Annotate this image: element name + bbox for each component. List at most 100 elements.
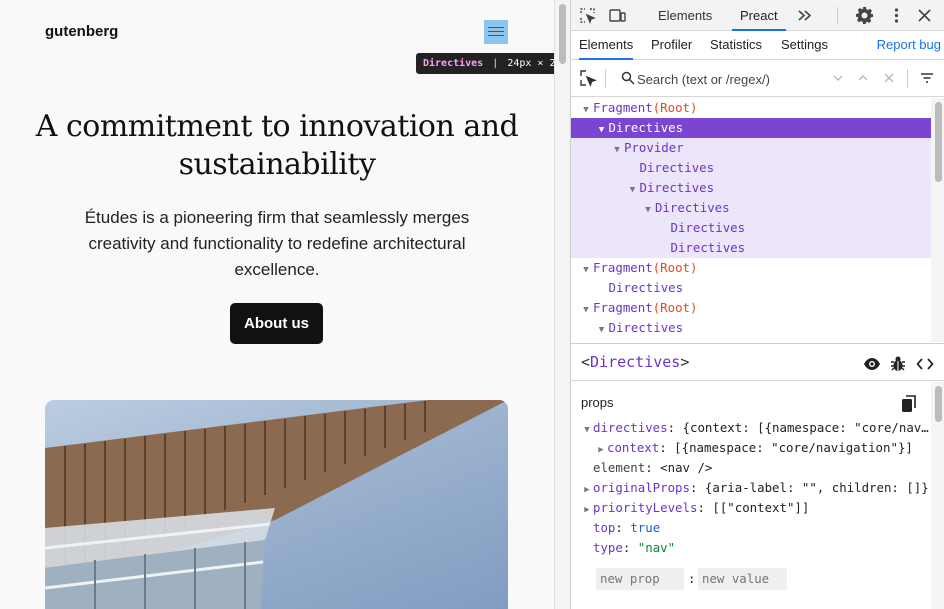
tree-node[interactable]: ▼ Fragment(Root)	[571, 258, 931, 278]
prop-value: {aria-label: "", children: []}	[697, 480, 929, 495]
tree-root-marker: (Root)	[652, 260, 698, 275]
tooltip-component-name: Directives	[423, 58, 484, 69]
prop-row[interactable]: ▶ priorityLevels: [["context"]]	[571, 498, 931, 518]
tree-node[interactable]: ▼ Fragment(Root)	[571, 298, 931, 318]
prop-row[interactable]: type: "nav"	[571, 538, 931, 558]
building-illustration	[45, 400, 508, 609]
search-input[interactable]	[637, 68, 827, 90]
tree-scrollbar[interactable]	[931, 98, 944, 342]
component-label: Directives	[590, 353, 681, 371]
expand-caret-icon[interactable]: ▼	[581, 420, 593, 438]
about-us-button[interactable]: About us	[230, 303, 323, 344]
prop-key: context	[607, 440, 660, 455]
website-preview: gutenberg Directives | 24px × 24 A commi…	[0, 0, 554, 609]
tooltip-size: 24px × 24	[507, 58, 554, 69]
prop-key: directives	[593, 420, 668, 435]
tree-node[interactable]: ▼Provider	[571, 338, 931, 342]
prop-row[interactable]: top: true	[571, 518, 931, 538]
tree-node-label: Provider	[624, 340, 684, 342]
tree-node-label: Fragment	[593, 100, 653, 115]
tree-node[interactable]: ▼ Directives	[571, 178, 931, 198]
bug-icon[interactable]	[889, 355, 907, 373]
expand-caret-icon[interactable]: ▼	[579, 260, 593, 280]
expand-caret-icon[interactable]: ▼	[610, 340, 624, 342]
settings-gear-icon[interactable]	[856, 7, 873, 24]
expand-caret-icon[interactable]: ▼	[610, 140, 624, 160]
subtab-settings[interactable]: Settings	[781, 31, 828, 60]
prop-separator: :	[667, 420, 676, 435]
expand-caret-icon[interactable]: ▼	[579, 300, 593, 320]
expand-caret-icon[interactable]: ▼	[626, 180, 640, 200]
navigation-menu-button[interactable]	[484, 20, 508, 44]
tree-node[interactable]: Directives	[571, 218, 931, 238]
tree-node[interactable]: ▼Provider	[571, 138, 931, 158]
copy-icon[interactable]	[901, 395, 917, 413]
component-tree: ▼ Fragment(Root) ▼ Directives ▼ Provider Direc…	[571, 98, 931, 342]
angle-close: >	[680, 353, 690, 371]
close-devtools-icon[interactable]	[916, 7, 933, 24]
tree-node[interactable]: Directives	[571, 278, 931, 298]
prop-row[interactable]: ▼ directives: {context: [{namespace: "cor…	[571, 418, 931, 438]
prop-row[interactable]: element: <nav />	[571, 458, 931, 478]
tree-node-label: Directives	[655, 200, 730, 215]
tree-root-marker: (Root)	[652, 100, 698, 115]
tree-node-label: Directives	[608, 120, 684, 135]
expand-caret-icon[interactable]: ▼	[595, 120, 609, 140]
subtab-profiler[interactable]: Profiler	[651, 31, 692, 60]
props-scrollbar[interactable]	[931, 382, 944, 609]
prop-row[interactable]: ▶ originalProps: {aria-label: "", childre…	[571, 478, 931, 498]
tree-node[interactable]: ▼ Directives	[571, 118, 931, 138]
page-scrollbar[interactable]	[554, 0, 570, 609]
tree-node[interactable]: Directives	[571, 238, 931, 258]
angle-open: <	[581, 353, 591, 371]
tab-preact[interactable]: Preact	[732, 0, 786, 31]
expand-caret-icon[interactable]: ▼	[595, 320, 609, 340]
tree-scroll-thumb[interactable]	[935, 102, 942, 182]
preact-subtabs: Elements Profiler Statistics Settings Re…	[571, 31, 944, 60]
tree-node-label: Provider	[624, 140, 684, 155]
expand-caret-icon[interactable]: ▶	[581, 500, 593, 518]
prop-separator: :	[645, 460, 653, 475]
component-search-bar	[571, 60, 944, 97]
tree-node[interactable]: ▼ Directives	[571, 318, 931, 338]
tree-node-label: Directives	[608, 280, 684, 295]
tooltip-separator: |	[492, 58, 499, 69]
expand-caret-icon[interactable]: ▶	[581, 480, 593, 498]
building-photo	[45, 400, 508, 609]
clear-search-icon[interactable]	[883, 72, 895, 84]
subtab-statistics[interactable]: Statistics	[710, 31, 762, 60]
tree-node[interactable]: Directives	[571, 158, 931, 178]
prop-value: {context: [{namespace: "core/nav…	[675, 420, 929, 435]
prop-key: type	[593, 540, 623, 555]
expand-caret-icon[interactable]: ▼	[579, 100, 593, 120]
report-bug-link[interactable]: Report bug	[877, 31, 941, 60]
new-prop-input[interactable]	[596, 568, 684, 590]
page-scroll-thumb[interactable]	[559, 4, 566, 64]
filter-icon[interactable]	[920, 72, 934, 84]
hero-heading: A commitment to innovation and sustainab…	[35, 109, 519, 182]
expand-caret-icon[interactable]: ▶	[595, 440, 607, 458]
pick-element-icon[interactable]	[579, 69, 597, 87]
props-scroll-thumb[interactable]	[935, 386, 942, 422]
view-source-code-icon[interactable]	[916, 355, 934, 373]
tree-node-label: Directives	[670, 220, 746, 235]
more-options-kebab-icon[interactable]	[888, 7, 905, 24]
subtab-elements[interactable]: Elements	[579, 31, 634, 60]
prop-value: [{namespace: "core/navigation"}]	[666, 440, 913, 455]
expand-caret-icon[interactable]: ▼	[641, 200, 655, 220]
tab-elements[interactable]: Elements	[650, 0, 720, 31]
prop-value: "nav"	[630, 540, 676, 555]
eye-icon[interactable]	[863, 355, 881, 373]
more-tabs-chevron-icon[interactable]	[796, 7, 813, 24]
hero-description: Études is a pioneering firm that seamles…	[84, 208, 470, 279]
tree-node[interactable]: ▼ Directives	[571, 198, 931, 218]
tree-node[interactable]: ▼ Fragment(Root)	[571, 98, 931, 118]
site-title[interactable]: gutenberg	[45, 23, 118, 40]
prop-row[interactable]: ▶ context: [{namespace: "core/navigation"…	[571, 438, 931, 458]
chevron-down-icon[interactable]	[832, 72, 844, 84]
search-divider	[605, 69, 606, 88]
new-value-input[interactable]	[698, 568, 787, 590]
chevron-up-icon[interactable]	[857, 72, 869, 84]
inspect-element-icon[interactable]	[579, 7, 596, 24]
device-toolbar-icon[interactable]	[609, 7, 626, 24]
